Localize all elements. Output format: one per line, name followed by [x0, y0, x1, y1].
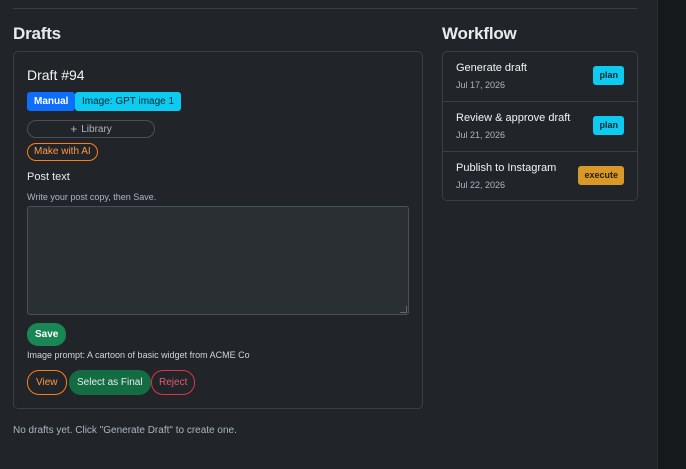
resize-handle-icon[interactable] [400, 306, 407, 313]
empty-drafts-message: No drafts yet. Click "Generate Draft" to… [13, 425, 237, 436]
workflow-item-date: Jul 22, 2026 [456, 180, 506, 190]
workflow-item[interactable]: Generate draft Jul 17, 2026 plan [443, 52, 637, 102]
workflow-item-name: Generate draft [456, 62, 527, 74]
post-text-label: Post text [27, 171, 70, 183]
select-as-final-button[interactable]: Select as Final [69, 370, 151, 395]
manual-badge: Manual [27, 92, 76, 111]
workflow-item[interactable]: Publish to Instagram Jul 22, 2026 execut… [443, 152, 637, 200]
workflow-heading: Workflow [442, 24, 517, 43]
workflow-status-badge: plan [593, 116, 624, 135]
workflow-status-badge: execute [578, 166, 624, 185]
workflow-item[interactable]: Review & approve draft Jul 21, 2026 plan [443, 102, 637, 152]
save-button[interactable]: Save [27, 323, 67, 346]
plus-icon: + [70, 122, 78, 136]
workflow-item-date: Jul 17, 2026 [456, 80, 506, 90]
workflow-status-badge: plan [593, 66, 624, 85]
right-scroll-rail [657, 0, 686, 469]
top-divider [13, 8, 637, 9]
reject-button[interactable]: Reject [151, 370, 196, 395]
library-button-label: Library [81, 123, 112, 135]
workflow-item-name: Publish to Instagram [456, 162, 557, 174]
drafts-heading: Drafts [13, 24, 61, 43]
image-source-badge: Image: GPT image 1 [75, 92, 182, 111]
view-button[interactable]: View [27, 370, 67, 395]
workflow-item-date: Jul 21, 2026 [456, 130, 506, 140]
library-button[interactable]: + Library [27, 120, 155, 138]
post-text-input[interactable] [27, 206, 409, 315]
workflow-item-name: Review & approve draft [456, 112, 571, 124]
draft-card: Draft #94 Manual Image: GPT image 1 + Li… [13, 51, 423, 409]
make-with-ai-button[interactable]: Make with AI [27, 143, 98, 161]
post-text-hint: Write your post copy, then Save. [27, 192, 157, 202]
image-prompt-text: Image prompt: A cartoon of basic widget … [27, 350, 250, 360]
draft-title: Draft #94 [27, 67, 85, 83]
workflow-list: Generate draft Jul 17, 2026 plan Review … [442, 51, 638, 201]
